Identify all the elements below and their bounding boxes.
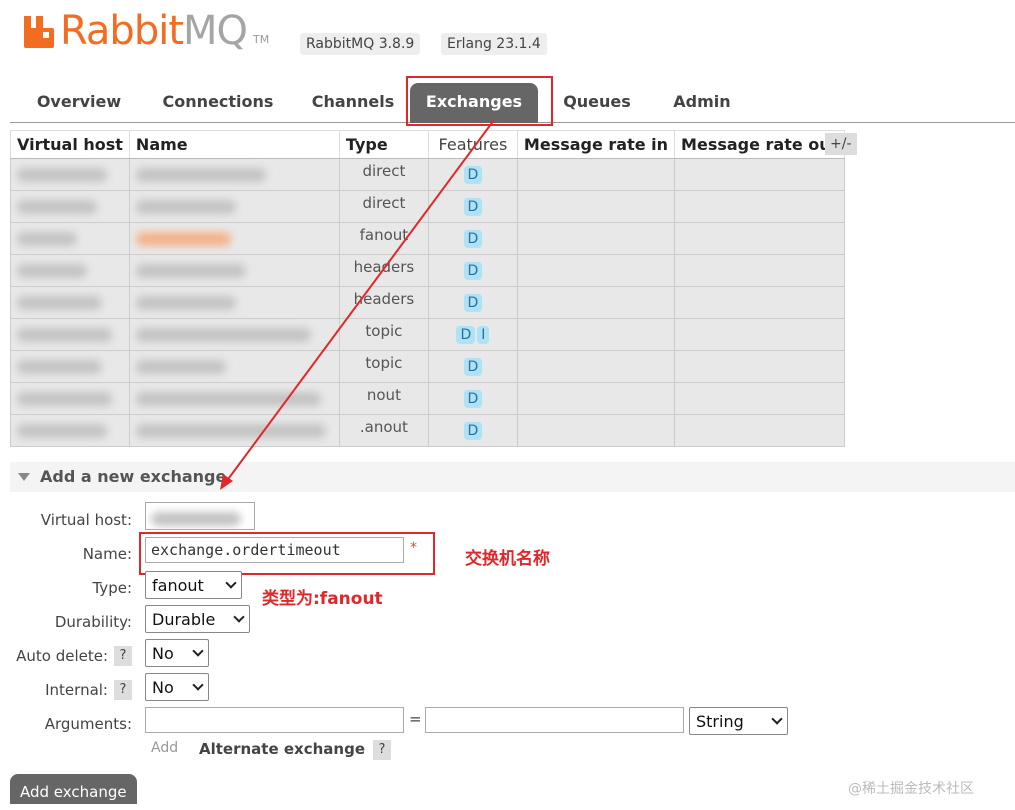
annotation-arrow-icon	[220, 119, 495, 490]
